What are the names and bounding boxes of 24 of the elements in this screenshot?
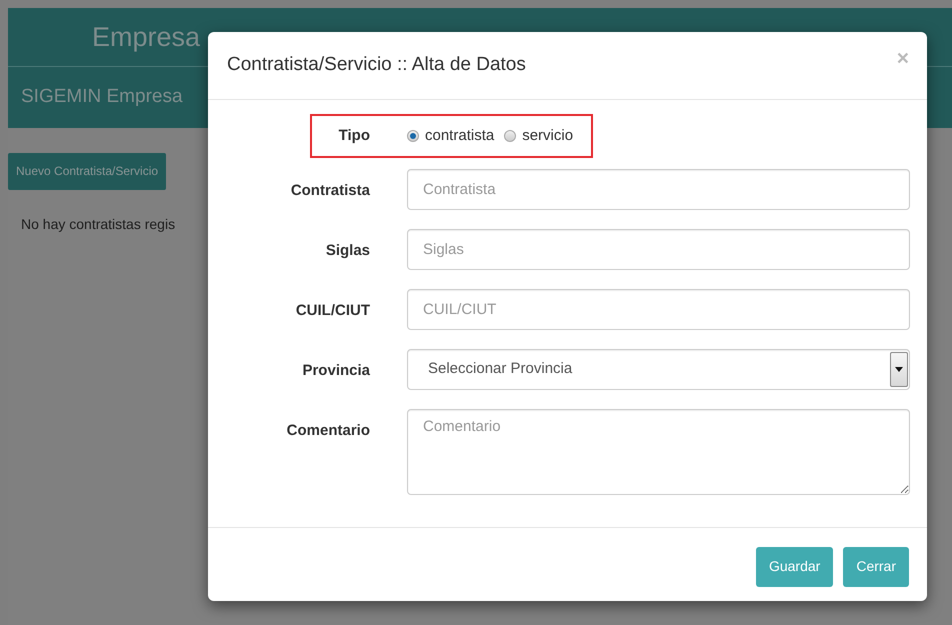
- modal-title: Contratista/Servicio :: Alta de Datos: [227, 54, 526, 77]
- field-label: Siglas: [324, 241, 370, 261]
- comment-field[interactable]: Comentario: [407, 409, 910, 495]
- radio-button[interactable]: [407, 130, 419, 142]
- radio-label[interactable]: contratista: [425, 124, 494, 148]
- input-field[interactable]: Contratista: [407, 169, 910, 210]
- company-title: Empresa: [92, 20, 200, 54]
- dialog-button[interactable]: Cerrar: [843, 547, 909, 587]
- select-field[interactable]: Seleccionar Provincia: [407, 349, 910, 390]
- radio-button[interactable]: [504, 130, 516, 142]
- field-label: Tipo: [338, 126, 370, 146]
- input-field[interactable]: Siglas: [407, 229, 910, 270]
- empty-message: No hay contratistas regis: [21, 215, 176, 234]
- dialog-button[interactable]: Guardar: [756, 547, 834, 587]
- field-label: Contratista: [290, 181, 370, 201]
- radio-label[interactable]: servicio: [522, 124, 574, 148]
- new-contractor-button[interactable]: Nuevo Contratista/Servicio: [8, 153, 166, 190]
- close-button[interactable]: ×: [896, 48, 909, 69]
- field-label: Provincia: [301, 361, 370, 381]
- input-field[interactable]: CUIL/CIUT: [407, 289, 910, 330]
- field-label: CUIL/CIUT: [294, 301, 370, 321]
- app-title: SIGEMIN Empresa: [21, 85, 183, 110]
- dropdown-icon: [890, 352, 908, 387]
- field-label: Comentario: [286, 421, 370, 441]
